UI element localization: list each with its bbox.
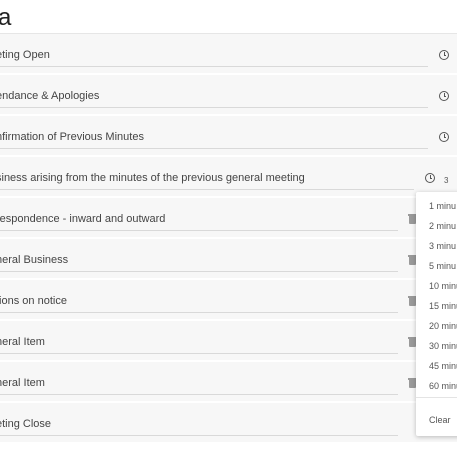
clock-icon[interactable] [425,173,435,183]
agenda-item-title[interactable]: neral Item [0,377,45,389]
agenda-item-title[interactable]: neral Business [0,254,68,266]
agenda-item[interactable]: respondence - inward and outward [0,198,457,239]
page-title: a [0,4,12,31]
trash-icon[interactable] [408,337,417,347]
duration-option[interactable]: 45 minu [429,361,457,371]
trash-icon[interactable] [408,255,417,265]
duration-option[interactable]: 1 minu [429,201,456,211]
duration-option[interactable]: 3 minu [429,241,456,251]
duration-option[interactable]: 60 minu [429,381,457,391]
title-field-underline [0,435,398,436]
duration-option[interactable]: 10 minu [429,281,457,291]
agenda-item-title[interactable]: neral Item [0,336,45,348]
agenda-item-title[interactable]: siness arising from the minutes of the p… [0,172,305,184]
agenda-item[interactable]: neral Business [0,239,457,280]
duration-dropdown: 1 minu 2 minu 3 minu 5 minu 10 minu 15 m… [416,192,457,436]
agenda-item-title[interactable]: eting Open [0,49,50,61]
duration-option[interactable]: 5 minu [429,261,456,271]
title-field-underline [0,66,428,67]
title-field-underline [0,353,398,354]
menu-divider [416,397,457,398]
title-field-underline [0,148,428,149]
agenda-item[interactable]: neral Item [0,321,457,362]
agenda-item-title[interactable]: eting Close [0,418,51,430]
title-field-underline [0,189,414,190]
agenda-list: eting Open endance & Apologies nfirmatio… [0,34,457,444]
title-field-underline [0,394,398,395]
trash-icon[interactable] [408,378,417,388]
duration-option[interactable]: 20 minu [429,321,457,331]
title-field-underline [0,312,398,313]
agenda-item[interactable]: nfirmation of Previous Minutes [0,116,457,157]
clear-button[interactable]: Clear [429,415,451,425]
title-field-underline [0,271,398,272]
title-field-underline [0,107,428,108]
agenda-item-title[interactable]: respondence - inward and outward [0,213,165,225]
agenda-item-title[interactable]: tions on notice [0,295,67,307]
clock-icon[interactable] [439,132,449,142]
duration-option[interactable]: 2 minu [429,221,456,231]
agenda-item[interactable]: eting Open [0,34,457,75]
agenda-item-title[interactable]: endance & Apologies [0,90,99,102]
agenda-item[interactable]: neral Item [0,362,457,403]
duration-option[interactable]: 15 minu [429,301,457,311]
duration-count: 3 [444,176,449,185]
clock-icon[interactable] [439,91,449,101]
trash-icon[interactable] [408,296,417,306]
agenda-item-title[interactable]: nfirmation of Previous Minutes [0,131,144,143]
duration-option[interactable]: 30 minu [429,341,457,351]
clock-icon[interactable] [439,50,449,60]
agenda-item[interactable]: eting Close [0,403,457,444]
agenda-item[interactable]: endance & Apologies [0,75,457,116]
agenda-item[interactable]: tions on notice [0,280,457,321]
trash-icon[interactable] [408,214,417,224]
title-field-underline [0,230,398,231]
agenda-item[interactable]: siness arising from the minutes of the p… [0,157,457,198]
